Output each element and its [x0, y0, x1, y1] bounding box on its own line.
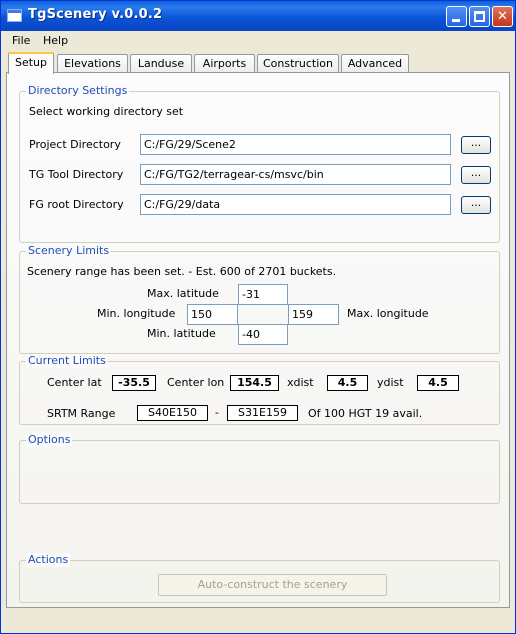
- close-icon: ✕: [497, 9, 508, 24]
- main-window: TgScenery v.0.0.2 ✕ File Help Setup Elev…: [0, 0, 516, 634]
- min-latitude-field[interactable]: -40: [238, 324, 288, 345]
- minimize-icon: [452, 19, 460, 22]
- menu-help[interactable]: Help: [43, 34, 68, 47]
- max-longitude-field[interactable]: 159: [288, 304, 339, 325]
- tab-airports[interactable]: Airports: [194, 54, 255, 73]
- window-title: TgScenery v.0.0.2: [28, 7, 163, 22]
- title-bar[interactable]: TgScenery v.0.0.2 ✕: [1, 1, 515, 31]
- project-directory-field[interactable]: C:/FG/29/Scene2: [140, 134, 451, 155]
- app-icon: [7, 9, 22, 22]
- maximize-button[interactable]: [469, 6, 490, 27]
- menu-bar: File Help: [1, 31, 515, 51]
- tgtool-directory-field[interactable]: C:/FG/TG2/terragear-cs/msvc/bin: [140, 164, 451, 185]
- tab-bar: Setup Elevations Landuse Airports Constr…: [1, 52, 515, 74]
- directory-settings-title: Directory Settings: [26, 84, 130, 98]
- options-group: Options: [19, 433, 500, 504]
- min-longitude-label: Min. longitude: [97, 307, 176, 320]
- center-lat-label: Center lat: [47, 376, 102, 389]
- min-longitude-field[interactable]: 150: [187, 304, 238, 325]
- center-lon-label: Center lon: [167, 376, 225, 389]
- tab-construction[interactable]: Construction: [257, 54, 339, 73]
- tab-setup[interactable]: Setup: [8, 52, 54, 74]
- tgtool-browse-button[interactable]: ...: [461, 166, 491, 184]
- menu-file[interactable]: File: [12, 34, 30, 47]
- center-lon-value: 154.5: [230, 375, 279, 391]
- xdist-label: xdist: [287, 376, 314, 389]
- srtm-separator: -: [215, 406, 219, 419]
- max-latitude-label: Max. latitude: [147, 287, 219, 300]
- maximize-icon: [474, 11, 485, 22]
- actions-title: Actions: [26, 553, 71, 567]
- srtm-from-value: S40E150: [137, 405, 208, 421]
- current-limits-group: Current Limits Center lat -35.5 Center l…: [19, 354, 500, 425]
- fgroot-directory-field[interactable]: C:/FG/29/data: [140, 194, 451, 215]
- max-longitude-label: Max. longitude: [347, 307, 429, 320]
- tgtool-directory-label: TG Tool Directory: [29, 168, 124, 181]
- srtm-note: Of 100 HGT 19 avail.: [308, 407, 423, 420]
- status-bar: [1, 611, 515, 633]
- directory-subtitle: Select working directory set: [29, 105, 184, 118]
- project-browse-button[interactable]: ...: [461, 136, 491, 154]
- project-directory-label: Project Directory: [29, 138, 121, 151]
- center-lat-value: -35.5: [112, 375, 156, 391]
- current-limits-title: Current Limits: [26, 354, 108, 368]
- scenery-limits-group: Scenery Limits Scenery range has been se…: [19, 244, 500, 354]
- min-latitude-label: Min. latitude: [147, 327, 216, 340]
- minimize-button[interactable]: [446, 6, 467, 27]
- close-button[interactable]: ✕: [492, 6, 513, 27]
- ydist-value: 4.5: [417, 375, 459, 391]
- tab-advanced[interactable]: Advanced: [341, 54, 409, 73]
- scenery-limits-title: Scenery Limits: [26, 244, 112, 258]
- ydist-label: ydist: [377, 376, 404, 389]
- scenery-range-status: Scenery range has been set. - Est. 600 o…: [27, 265, 337, 278]
- srtm-to-value: S31E159: [227, 405, 298, 421]
- xdist-value: 4.5: [327, 375, 368, 391]
- fgroot-browse-button[interactable]: ...: [461, 196, 491, 214]
- auto-construct-button[interactable]: Auto-construct the scenery: [158, 574, 387, 596]
- srtm-range-label: SRTM Range: [47, 407, 116, 420]
- fgroot-directory-label: FG root Directory: [29, 198, 124, 211]
- tab-elevations[interactable]: Elevations: [57, 54, 128, 73]
- directory-settings-group: Directory Settings Select working direct…: [19, 84, 500, 243]
- tab-landuse[interactable]: Landuse: [130, 54, 192, 73]
- setup-panel: Directory Settings Select working direct…: [6, 72, 510, 608]
- options-title: Options: [26, 433, 73, 447]
- max-latitude-field[interactable]: -31: [238, 284, 288, 305]
